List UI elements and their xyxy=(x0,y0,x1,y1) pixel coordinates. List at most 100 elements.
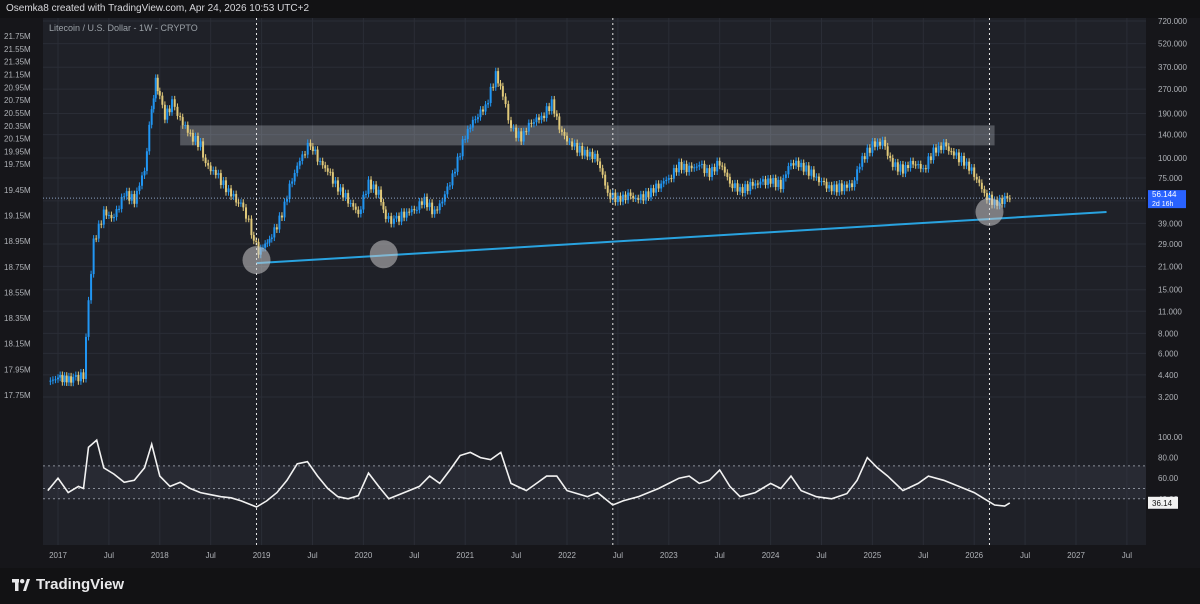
candle-body xyxy=(634,198,637,200)
candle-body xyxy=(718,160,721,166)
candle-body xyxy=(392,218,395,224)
time-tick-label: 2024 xyxy=(762,551,780,560)
candle-body xyxy=(581,145,584,156)
candle-body xyxy=(756,183,759,185)
candle-body xyxy=(947,146,950,152)
candle-body xyxy=(239,202,242,204)
candle-body xyxy=(767,178,770,185)
candle-body xyxy=(639,194,642,200)
candle-body xyxy=(553,99,556,114)
candle-body xyxy=(51,379,54,381)
candle-body xyxy=(273,227,276,238)
price-tick-label: 8.000 xyxy=(1158,329,1179,338)
candle-body xyxy=(154,77,157,99)
candle-body xyxy=(176,106,179,116)
price-tick-label: 75.000 xyxy=(1158,174,1183,183)
candle-body xyxy=(487,102,490,105)
tradingview-logo[interactable]: TradingView xyxy=(12,576,124,593)
candle-body xyxy=(334,180,337,184)
candle-body xyxy=(217,173,220,175)
candle-body xyxy=(1001,198,1004,205)
candle-body xyxy=(728,176,731,184)
candle-body xyxy=(937,145,940,153)
candle-body xyxy=(152,98,155,110)
candle-body xyxy=(456,156,459,172)
candle-body xyxy=(237,202,240,204)
candle-body xyxy=(49,380,52,382)
candle-body xyxy=(479,109,482,118)
candle-body xyxy=(853,180,856,188)
candle-body xyxy=(469,127,472,129)
candle-body xyxy=(448,185,451,187)
candle-body xyxy=(649,188,652,198)
low-marker-circle[interactable] xyxy=(369,240,398,269)
candle-body xyxy=(828,185,831,189)
candle-body xyxy=(319,161,322,163)
low-marker-circle[interactable] xyxy=(975,197,1004,226)
candle-body xyxy=(693,167,696,169)
candle-body xyxy=(309,142,312,147)
candle-body xyxy=(662,181,665,184)
candle-body xyxy=(566,135,568,142)
candle-body xyxy=(848,183,851,188)
candle-body xyxy=(955,152,958,156)
candle-body xyxy=(830,185,833,192)
low-marker-circle[interactable] xyxy=(242,246,271,275)
candle-body xyxy=(74,374,77,377)
candle-body xyxy=(968,161,971,171)
candle-body xyxy=(543,115,546,119)
candle-body xyxy=(884,140,887,147)
candle-body xyxy=(362,194,365,210)
candle-body xyxy=(375,184,378,195)
candle-body xyxy=(873,141,876,147)
candle-body xyxy=(932,147,935,161)
candle-body xyxy=(95,238,98,240)
candle-body xyxy=(919,163,922,169)
candle-body xyxy=(367,179,370,194)
candle-body xyxy=(474,119,477,121)
price-chart[interactable]: 720.000 520.000 370.000 270.000 190.000 140.0… xyxy=(0,0,1200,568)
time-tick-label: 2023 xyxy=(660,551,678,560)
time-tick-label: Jul xyxy=(715,551,725,560)
candle-body xyxy=(861,156,864,167)
candle-body xyxy=(398,215,401,222)
candle-body xyxy=(370,179,373,190)
price-tick-label: 520.000 xyxy=(1158,40,1187,49)
price-tick-label: 140.000 xyxy=(1158,131,1187,140)
candle-body xyxy=(304,154,307,156)
candle-body xyxy=(163,104,166,120)
candle-body xyxy=(815,176,818,178)
candle-body xyxy=(721,165,724,167)
secondary-tick-label: 18.15M xyxy=(4,340,31,349)
candle-body xyxy=(339,187,342,192)
candle-body xyxy=(560,129,563,132)
candle-body xyxy=(408,211,411,213)
candle-body xyxy=(82,372,85,379)
candle-body xyxy=(922,168,925,170)
candle-body xyxy=(795,160,798,166)
candle-body xyxy=(120,196,123,209)
candle-body xyxy=(501,86,504,97)
candle-body xyxy=(965,161,968,166)
candle-body xyxy=(675,168,678,173)
candle-body xyxy=(266,242,269,244)
candle-body xyxy=(461,139,464,157)
candle-body xyxy=(497,71,500,84)
secondary-tick-label: 18.75M xyxy=(4,263,31,272)
candle-body xyxy=(677,161,680,173)
time-tick-label: Jul xyxy=(206,551,216,560)
candle-body xyxy=(838,183,841,193)
secondary-tick-label: 21.15M xyxy=(4,70,31,79)
candle-body xyxy=(209,165,212,172)
time-tick-label: Jul xyxy=(613,551,623,560)
candle-body xyxy=(820,180,823,183)
candle-body xyxy=(716,160,719,172)
candle-body xyxy=(316,149,319,162)
candle-body xyxy=(489,86,492,103)
candle-body xyxy=(150,109,153,125)
candle-body xyxy=(741,187,744,193)
candle-body xyxy=(550,99,553,112)
candle-body xyxy=(703,163,706,174)
candle-body xyxy=(97,223,100,239)
candle-body xyxy=(512,127,515,129)
